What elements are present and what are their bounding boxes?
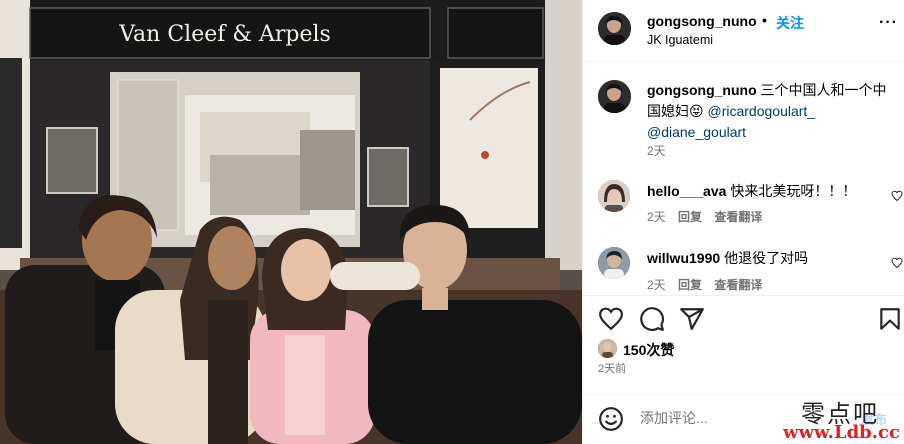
more-options-icon[interactable]: ··· bbox=[879, 14, 898, 32]
post-header: gongsong_nuno • 关注 JK Iguatemi ··· bbox=[583, 0, 904, 62]
share-paper-plane-icon[interactable] bbox=[679, 306, 705, 332]
like-comment-heart-icon[interactable] bbox=[891, 257, 903, 269]
follow-button[interactable]: 关注 bbox=[776, 13, 804, 33]
watermark-url: www.Ldb.cc bbox=[783, 422, 900, 443]
author-username[interactable]: gongsong_nuno bbox=[647, 13, 757, 29]
mention-ricardogoulart[interactable]: @ricardogoulart_ bbox=[708, 103, 816, 119]
comment-username[interactable]: hello___ava bbox=[647, 183, 726, 199]
caption-username[interactable]: gongsong_nuno bbox=[647, 82, 757, 98]
reply-button[interactable]: 回复 bbox=[678, 278, 702, 292]
action-bar bbox=[583, 306, 904, 332]
commenter-avatar[interactable] bbox=[598, 180, 630, 212]
separator-dot: • bbox=[762, 12, 767, 28]
comment-meta: 2天 回复 查看翻译 bbox=[647, 276, 771, 293]
comment-timestamp[interactable]: 2天 bbox=[647, 278, 666, 292]
post-photo[interactable]: Van Cleef & Arpels bbox=[0, 0, 582, 444]
comment: hello___ava 快来北美玩呀！！！ bbox=[647, 181, 877, 201]
emoji-icon[interactable] bbox=[598, 406, 624, 432]
liker-avatar[interactable] bbox=[598, 339, 617, 358]
caption-text: gongsong_nuno 三个中国人和一个中国媳妇😝 @ricardogoul… bbox=[647, 80, 887, 143]
comment-timestamp[interactable]: 2天 bbox=[647, 210, 666, 224]
comment-username[interactable]: willwu1990 bbox=[647, 250, 720, 266]
caption-timestamp[interactable]: 2天 bbox=[647, 142, 666, 159]
store-sign: Van Cleef & Arpels bbox=[118, 22, 331, 47]
see-translation-button[interactable]: 查看翻译 bbox=[714, 210, 762, 224]
divider bbox=[583, 295, 904, 296]
like-heart-icon[interactable] bbox=[598, 306, 624, 332]
comment-bubble-icon[interactable] bbox=[639, 306, 665, 332]
reply-button[interactable]: 回复 bbox=[678, 210, 702, 224]
see-translation-button[interactable]: 查看翻译 bbox=[714, 278, 762, 292]
like-comment-heart-icon[interactable] bbox=[891, 190, 903, 202]
caption-avatar[interactable] bbox=[598, 80, 631, 113]
add-comment-input[interactable] bbox=[640, 407, 800, 429]
post-side-panel: gongsong_nuno • 关注 JK Iguatemi ··· gongs… bbox=[582, 0, 904, 444]
comment-text: 他退役了对吗 bbox=[724, 250, 809, 266]
likes-count[interactable]: 150次赞 bbox=[623, 340, 674, 360]
mention-diane-goulart[interactable]: @diane_goulart bbox=[647, 124, 746, 140]
comment-text: 快来北美玩呀！！！ bbox=[730, 183, 857, 199]
comment-meta: 2天 回复 查看翻译 bbox=[647, 208, 771, 225]
comment: willwu1990 他退役了对吗 bbox=[647, 248, 877, 268]
save-bookmark-icon[interactable] bbox=[877, 306, 903, 332]
post-timestamp[interactable]: 2天前 bbox=[598, 360, 626, 376]
location-link[interactable]: JK Iguatemi bbox=[647, 33, 713, 47]
author-avatar[interactable] bbox=[598, 12, 631, 45]
commenter-avatar[interactable] bbox=[598, 247, 630, 279]
